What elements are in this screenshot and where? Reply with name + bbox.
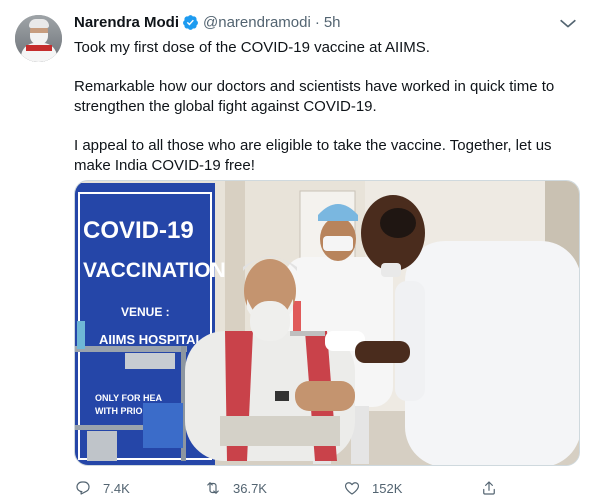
banner-venue-text: VENUE : <box>121 305 170 319</box>
reply-button[interactable]: 7.4K <box>74 478 130 498</box>
retweet-icon <box>207 482 219 494</box>
banner-vaccination-text: VACCINATION <box>83 259 226 282</box>
reply-icon <box>76 481 90 495</box>
banner-small-text: ONLY FOR HEA <box>95 393 163 403</box>
share-button[interactable] <box>480 478 498 498</box>
retweet-button[interactable]: 36.7K <box>204 478 267 498</box>
like-count: 152K <box>372 480 403 496</box>
tweet-actions: 7.4K 36.7K 152K <box>74 478 579 498</box>
author-handle[interactable]: @narendramodi <box>203 14 311 31</box>
header-separator: · <box>314 13 320 31</box>
verified-badge-icon <box>183 14 198 30</box>
banner-covid-text: COVID-19 <box>83 217 194 244</box>
banner-small-text: WITH PRIOR <box>95 406 149 416</box>
tweet-timestamp[interactable]: 5h <box>324 14 341 31</box>
reply-count: 7.4K <box>103 480 130 496</box>
retweet-count: 36.7K <box>233 480 267 496</box>
more-icon[interactable] <box>556 12 580 34</box>
tweet-paragraph: I appeal to all those who are eligible t… <box>74 137 552 174</box>
vaccination-photo: COVID-19 VACCINATION VENUE : AIIMS HOSPI… <box>75 181 579 465</box>
like-button[interactable]: 152K <box>343 478 402 498</box>
share-icon <box>483 481 495 495</box>
author-name[interactable]: Narendra Modi <box>74 14 179 31</box>
tweet-text: Took my first dose of the COVID-19 vacci… <box>74 38 579 195</box>
tweet-paragraph: Remarkable how our doctors and scientist… <box>74 78 555 115</box>
author-avatar[interactable] <box>15 15 62 62</box>
tweet-photo[interactable]: COVID-19 VACCINATION VENUE : AIIMS HOSPI… <box>74 180 580 466</box>
banner-hospital-text: AIIMS HOSPITAL <box>99 332 204 347</box>
tweet-paragraph: Took my first dose of the COVID-19 vacci… <box>74 39 430 56</box>
tweet-card[interactable]: Narendra Modi @narendramodi · 5h Took my… <box>0 0 594 504</box>
like-icon <box>344 482 360 495</box>
tweet-header: Narendra Modi @narendramodi · 5h <box>74 12 341 32</box>
